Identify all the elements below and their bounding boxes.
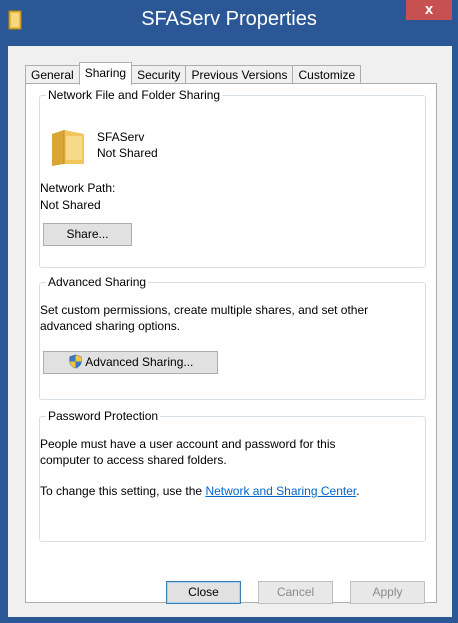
tab-previous-versions[interactable]: Previous Versions [185, 65, 294, 84]
network-path-value: Not Shared [40, 198, 101, 212]
advanced-sharing-description-1: Set custom permissions, create multiple … [40, 303, 369, 317]
advanced-sharing-button[interactable]: Advanced Sharing... [43, 351, 218, 374]
tab-customize[interactable]: Customize [292, 65, 362, 84]
password-protection-text-1: People must have a user account and pass… [40, 437, 336, 451]
tab-security[interactable]: Security [131, 65, 187, 84]
tab-sharing[interactable]: Sharing [78, 62, 133, 85]
password-protection-group: Password Protection People must have a u… [39, 409, 426, 542]
password-protection-legend: Password Protection [48, 409, 159, 423]
dialog-client-area: General Sharing Security Previous Versio… [8, 46, 452, 617]
apply-button[interactable]: Apply [350, 581, 425, 604]
change-setting-suffix: . [356, 484, 360, 498]
advanced-sharing-group: Advanced Sharing Set custom permissions,… [39, 275, 426, 400]
advanced-sharing-legend: Advanced Sharing [48, 275, 147, 289]
title-bar[interactable]: SFAServ Properties x [0, 0, 458, 46]
network-sharing-group: Network File and Folder Sharing SFAServ … [39, 88, 426, 268]
window-title: SFAServ Properties [141, 8, 317, 30]
folder-name: SFAServ [97, 130, 145, 144]
tab-general[interactable]: General [25, 65, 80, 84]
advanced-sharing-description-2: advanced sharing options. [40, 319, 181, 333]
network-sharing-legend: Network File and Folder Sharing [48, 88, 221, 102]
network-and-sharing-center-link[interactable]: Network and Sharing Center [205, 484, 356, 498]
change-setting-prefix: To change this setting, use the [40, 484, 206, 498]
password-protection-text-2: computer to access shared folders. [40, 453, 227, 467]
network-path-label: Network Path: [40, 181, 116, 195]
uac-shield-icon [69, 354, 82, 369]
close-window-button[interactable]: x [406, 0, 452, 20]
cancel-button[interactable]: Cancel [258, 581, 333, 604]
share-button[interactable]: Share... [43, 223, 132, 246]
change-setting-text: To change this setting, use the Network … [40, 484, 360, 498]
folder-icon [52, 130, 84, 166]
folder-share-status: Not Shared [97, 146, 158, 160]
tab-strip: General Sharing Security Previous Versio… [25, 62, 362, 85]
sharing-tab-panel: Network File and Folder Sharing SFAServ … [25, 83, 437, 603]
advanced-sharing-button-label: Advanced Sharing... [85, 355, 194, 369]
close-button[interactable]: Close [166, 581, 241, 604]
properties-window: SFAServ Properties x General Sharing Sec… [0, 0, 458, 623]
